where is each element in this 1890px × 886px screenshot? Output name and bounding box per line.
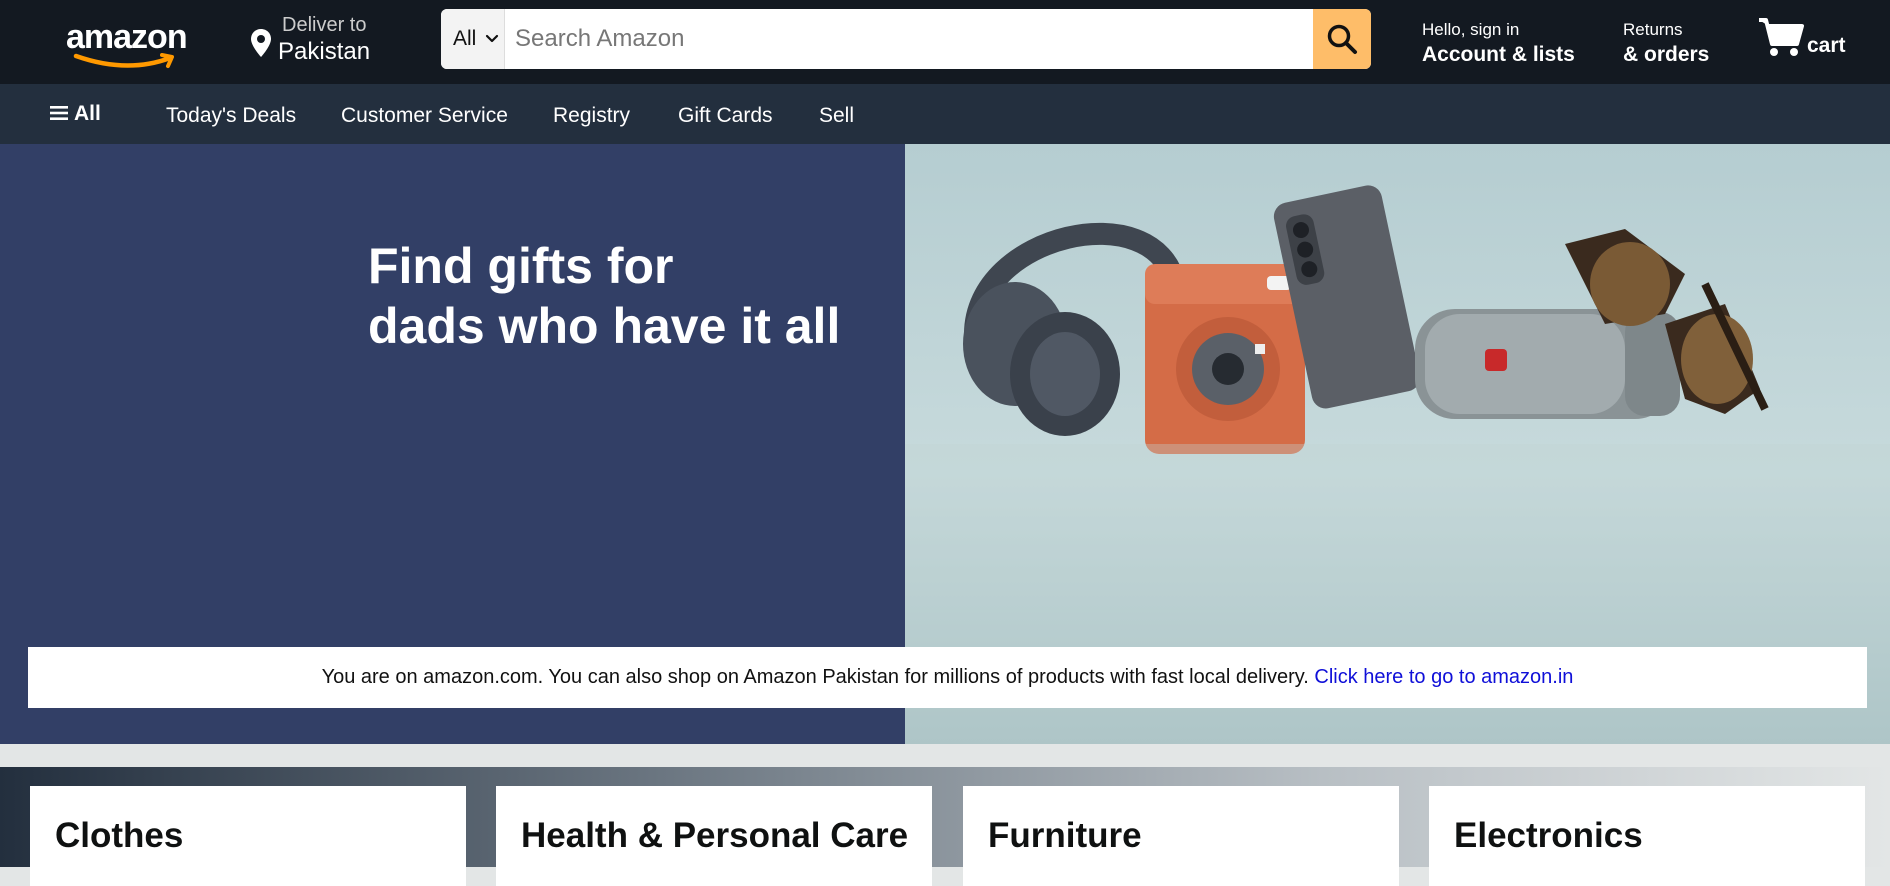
category-card-furniture[interactable]: Furniture [963,786,1399,886]
nav-registry[interactable]: Registry [553,104,630,128]
orders-label: & orders [1623,43,1710,66]
bluetooth-speaker-image [1415,309,1680,419]
cart-icon [1759,18,1804,56]
returns-orders[interactable]: Returns & orders [1623,20,1709,67]
instant-camera-image [1145,264,1305,454]
hero-title-line2: dads who have it all [368,298,841,354]
category-card-title: Furniture [988,816,1142,855]
country-redirect-notice: You are on amazon.com. You can also shop… [28,647,1867,708]
hero-title: Find gifts for dads who have it all [368,236,840,356]
hamburger-icon [50,106,68,120]
hero-banner[interactable]: Find gifts for dads who have it all You … [0,144,1890,744]
logo-smile-icon [73,53,174,68]
nav-all-label: All [74,102,101,125]
nav-all-menu[interactable]: All [50,102,101,126]
search-category-select[interactable]: All [441,9,505,69]
category-card-title: Electronics [1454,816,1643,855]
deliver-label: Deliver to [282,14,367,36]
account-label: Account & lists [1422,43,1575,66]
hero-title-line1: Find gifts for [368,238,674,294]
category-card-title: Clothes [55,816,184,855]
returns-label: Returns [1623,20,1683,39]
search-category-label: All [453,27,477,50]
search-bar: All [441,9,1371,69]
go-to-local-store-link[interactable]: Click here to go to amazon.in [1314,666,1573,688]
search-button[interactable] [1313,9,1371,69]
amazon-logo[interactable]: amazon [62,14,194,70]
account-greeting: Hello, sign in [1422,20,1520,39]
chevron-down-icon [485,34,499,43]
top-header: amazon Deliver to Pakistan All He [0,0,1890,84]
location-pin-icon [251,29,271,57]
deliver-location: Pakistan [278,38,371,65]
category-card-electronics[interactable]: Electronics [1429,786,1865,886]
category-card-clothes[interactable]: Clothes [30,786,466,886]
search-icon [1327,24,1357,54]
nav-bar: All Today's Deals Customer Service Regis… [0,84,1890,144]
search-input[interactable] [505,9,1305,69]
headphones-image [963,222,1186,436]
nav-customer-service[interactable]: Customer Service [341,104,508,128]
cart-label: cart [1807,34,1846,57]
nav-gift-cards[interactable]: Gift Cards [678,104,773,128]
nav-sell[interactable]: Sell [819,104,854,128]
notice-text: You are on amazon.com. You can also shop… [321,666,1315,688]
category-card-health[interactable]: Health & Personal Care [496,786,932,886]
account-lists[interactable]: Hello, sign in Account & lists [1422,20,1575,67]
category-card-title: Health & Personal Care [521,816,909,855]
nav-todays-deals[interactable]: Today's Deals [166,104,296,128]
